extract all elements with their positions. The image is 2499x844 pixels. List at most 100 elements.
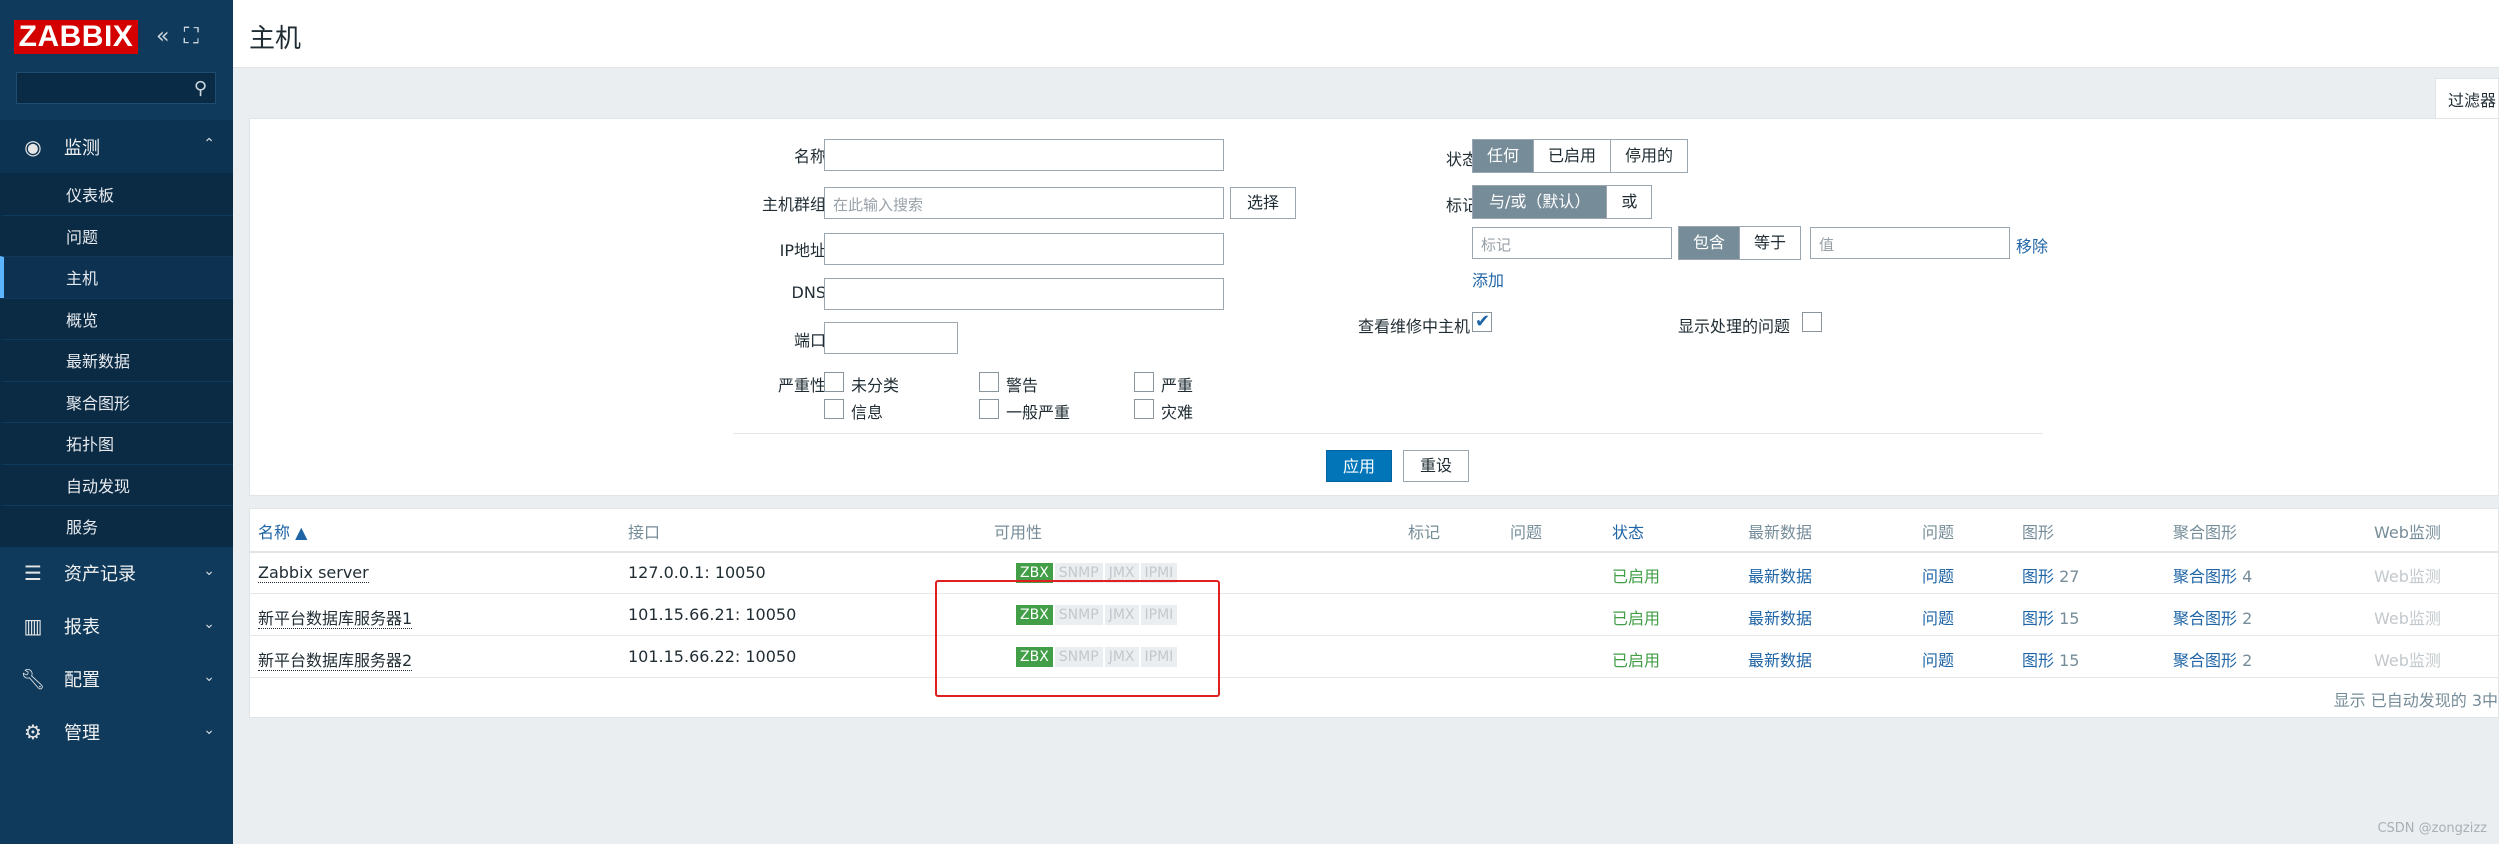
hostgroup-input[interactable]: 在此输入搜索 [824,187,1224,219]
submenu-maps[interactable]: 拓扑图 [0,422,233,464]
menu-configuration-label: 配置 [64,670,100,691]
suppressed-label: 显示处理的问题 [1677,317,1790,336]
tag-add-link[interactable]: 添加 [1472,267,1504,291]
submenu-latest-data[interactable]: 最新数据 [0,339,233,381]
col-name[interactable]: 名称 ▲ [258,519,307,543]
screens-count: 2 [2242,609,2253,628]
latest-data-link[interactable]: 最新数据 [1748,647,1812,671]
col-graphs: 图形 [2022,523,2055,542]
menu-monitoring[interactable]: ◉ 监测 ⌃ [0,120,233,173]
tags-option-or[interactable]: 或 [1607,186,1652,218]
double-chevron-left-icon[interactable]: « [156,24,169,49]
severity-not-classified-checkbox[interactable] [824,372,844,392]
web-link: Web监测 [2374,567,2441,586]
name-label: 名称 [793,147,826,166]
submenu-discovery[interactable]: 自动发现 [0,463,233,506]
search-icon[interactable]: ⚲ [194,78,207,99]
zabbix-logo[interactable]: ZABBIX [14,20,138,54]
menu-administration-label: 管理 [64,723,100,744]
main-menu: ◉ 监测 ⌃ 仪表板 问题 主机 概览 最新数据 聚合图形 拓扑图 自动发现 服… [0,120,233,759]
ip-input[interactable] [824,233,1224,265]
maintenance-label: 查看维修中主机 [1357,317,1470,336]
severity-high-label: 严重 [1161,376,1194,395]
kiosk-mode-icon[interactable]: ⛶ [183,24,198,49]
host-name-link[interactable]: Zabbix server [258,563,369,583]
apply-button[interactable]: 应用 [1326,450,1392,482]
menu-inventory-label: 资产记录 [64,564,136,585]
status-option-enabled[interactable]: 已启用 [1534,140,1612,172]
host-status-link[interactable]: 已启用 [1612,563,1660,587]
suppressed-checkbox[interactable] [1802,312,1822,332]
screens-link[interactable]: 聚合图形 [2173,651,2237,670]
col-latest-data: 最新数据 [1748,523,1813,542]
table-footer-count: 显示 已自动发现的 3中 [2333,691,2498,710]
host-name-link[interactable]: 新平台数据库服务器1 [258,609,413,629]
problems-link[interactable]: 问题 [1922,563,1954,587]
name-input[interactable] [824,139,1224,171]
menu-reports[interactable]: ▥ 报表 ⌄ [0,600,233,653]
severity-average-checkbox[interactable] [979,399,999,419]
col-availability: 可用性 [994,523,1043,542]
submenu-problems[interactable]: 问题 [0,214,233,257]
severity-disaster-checkbox[interactable] [1134,399,1154,419]
tag-value-input[interactable]: 值 [1810,227,2010,259]
problems-link[interactable]: 问题 [1922,605,1954,629]
submenu-screens[interactable]: 聚合图形 [0,380,233,423]
dns-input[interactable] [824,278,1224,310]
col-status[interactable]: 状态 [1612,519,1644,543]
filter-tab[interactable]: 过滤器 [2435,78,2499,118]
main-content: 主机 过滤器 名称 主机群组 在此输入搜索 选择 IP地址 DNS 端口 严重性… [233,0,2499,844]
submenu-hosts[interactable]: 主机 [0,256,233,298]
severity-information-checkbox[interactable] [824,399,844,419]
graphs-count: 15 [2059,609,2080,628]
menu-configuration[interactable]: 🔧︎ 配置 ⌄ [0,653,233,706]
status-option-any[interactable]: 任何 [1473,140,1535,172]
sidebar-controls: « ⛶ [156,24,199,49]
graphs-link[interactable]: 图形 [2022,609,2054,628]
submenu-dashboard[interactable]: 仪表板 [0,173,233,215]
table-row: 新平台数据库服务器1 101.15.66.21: 10050 ZBX SNMP … [250,595,2499,636]
submenu-overview[interactable]: 概览 [0,297,233,340]
annotation-highlight-box [935,580,1220,697]
host-status-link[interactable]: 已启用 [1612,605,1660,629]
col-tags: 标记 [1408,523,1441,542]
host-status-link[interactable]: 已启用 [1612,647,1660,671]
chevron-down-icon: ⌄ [203,668,215,685]
menu-reports-label: 报表 [64,617,100,638]
col-problems-link: 问题 [1922,523,1955,542]
tags-option-and-or[interactable]: 与/或（默认） [1473,186,1608,218]
problems-link[interactable]: 问题 [1922,647,1954,671]
status-label: 状态 [1445,150,1478,169]
dns-label: DNS [791,283,826,302]
severity-warning-label: 警告 [1006,376,1039,395]
tag-remove-link[interactable]: 移除 [2016,233,2048,257]
port-input[interactable] [824,322,958,354]
severity-warning-checkbox[interactable] [979,372,999,392]
hostgroup-select-button[interactable]: 选择 [1230,187,1296,219]
graphs-link[interactable]: 图形 [2022,651,2054,670]
tag-operator-equals[interactable]: 等于 [1740,227,1801,259]
graphs-count: 27 [2059,567,2080,586]
host-interface: 101.15.66.22: 10050 [628,647,797,666]
severity-high-checkbox[interactable] [1134,372,1154,392]
chevron-down-icon: ⌄ [203,721,215,738]
latest-data-link[interactable]: 最新数据 [1748,605,1812,629]
latest-data-link[interactable]: 最新数据 [1748,563,1812,587]
chevron-up-icon: ⌃ [203,136,215,152]
submenu-services[interactable]: 服务 [0,505,233,547]
status-segmented-control: 任何 已启用 停用的 [1472,139,1689,173]
menu-administration[interactable]: ⚙ 管理 ⌄ [0,706,233,759]
maintenance-checkbox[interactable]: ✔ [1472,312,1492,332]
reset-button[interactable]: 重设 [1403,450,1469,482]
status-option-disabled[interactable]: 停用的 [1611,140,1688,172]
screens-link[interactable]: 聚合图形 [2173,567,2237,586]
graphs-link[interactable]: 图形 [2022,567,2054,586]
tag-name-input[interactable]: 标记 [1472,227,1672,259]
host-name-link[interactable]: 新平台数据库服务器2 [258,651,413,671]
menu-inventory[interactable]: ☰ 资产记录 ⌄ [0,547,233,600]
screens-link[interactable]: 聚合图形 [2173,609,2237,628]
tag-operator-contains[interactable]: 包含 [1679,227,1741,259]
graphs-count: 15 [2059,651,2080,670]
sidebar-search-input[interactable]: ⚲ [16,72,216,104]
severity-not-classified-label: 未分类 [851,376,900,395]
